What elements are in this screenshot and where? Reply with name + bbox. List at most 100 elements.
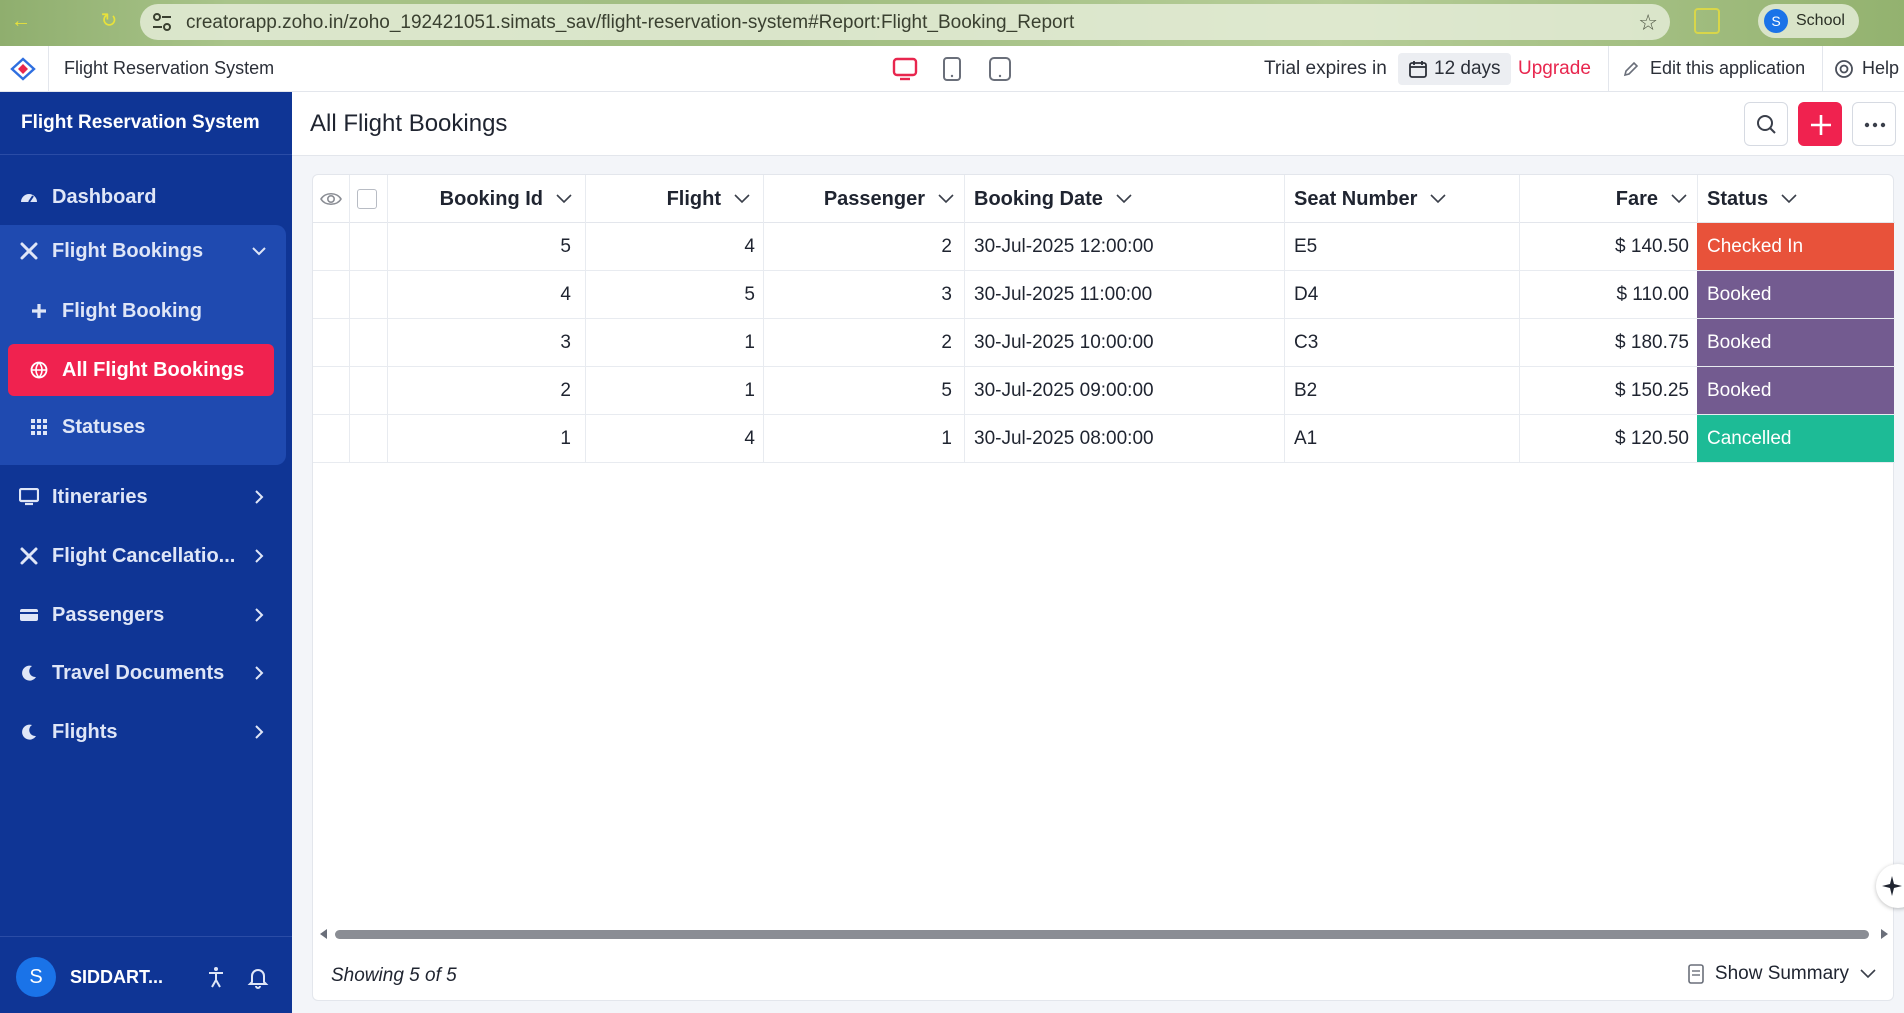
select-all-checkbox[interactable] — [357, 189, 377, 209]
help-button[interactable]: Help — [1834, 58, 1899, 79]
sidebar-footer: S SIDDART... — [0, 936, 292, 1013]
chevron-right-icon[interactable] — [248, 545, 270, 567]
plus-icon — [28, 300, 50, 322]
desktop-view-icon[interactable] — [892, 56, 918, 82]
page-header: All Flight Bookings — [292, 92, 1904, 156]
extension-icon[interactable] — [1694, 8, 1720, 34]
eye-icon[interactable] — [319, 187, 343, 211]
sidebar-item-flight-bookings[interactable]: Flight Bookings — [0, 228, 292, 274]
chevron-down-icon[interactable] — [733, 193, 751, 205]
column-header-booking-id[interactable]: Booking Id — [389, 175, 585, 223]
column-header-booking-date[interactable]: Booking Date — [974, 175, 1284, 223]
cell-booking-date: 30-Jul-2025 11:00:00 — [974, 283, 1153, 305]
sidebar-item-label: Flight Cancellatio... — [52, 544, 236, 567]
chevron-down-icon[interactable] — [1115, 193, 1133, 205]
cell-fare: $ 150.25 — [1615, 379, 1689, 401]
sidebar-item-flight-booking[interactable]: Flight Booking — [8, 288, 274, 334]
user-name[interactable]: SIDDART... — [70, 967, 163, 988]
grid-dots-icon — [28, 416, 50, 438]
horizontal-scrollbar[interactable] — [313, 927, 1895, 941]
chevron-right-icon[interactable] — [248, 721, 270, 743]
chevron-right-icon[interactable] — [248, 604, 270, 626]
report-grid: Booking Id Flight Passenger Booking Date… — [312, 174, 1895, 1001]
url-text[interactable]: creatorapp.zoho.in/zoho_192421051.simats… — [186, 12, 1074, 34]
bookmark-star-icon[interactable]: ☆ — [1638, 10, 1658, 36]
upgrade-link[interactable]: Upgrade — [1518, 58, 1591, 80]
chevron-down-icon[interactable] — [1780, 193, 1798, 205]
sidebar-item-label: Flights — [52, 720, 118, 743]
sidebar-item-passengers[interactable]: Passengers — [0, 592, 292, 638]
status-badge: Booked — [1697, 271, 1894, 318]
sidebar-item-flight-cancellations[interactable]: Flight Cancellatio... — [0, 533, 292, 579]
chevron-down-icon[interactable] — [937, 193, 955, 205]
chevron-right-icon[interactable] — [248, 486, 270, 508]
table-header: Booking Id Flight Passenger Booking Date… — [313, 175, 1895, 223]
table-row[interactable]: 1 4 1 30-Jul-2025 08:00:00 A1 $ 120.50 C… — [313, 415, 1895, 463]
reload-icon[interactable]: ↻ — [94, 6, 124, 36]
search-button[interactable] — [1744, 102, 1788, 146]
user-avatar[interactable]: S — [16, 957, 56, 997]
cell-seat-number: D4 — [1294, 283, 1319, 305]
add-record-button[interactable] — [1798, 102, 1842, 146]
column-header-passenger[interactable]: Passenger — [763, 175, 963, 223]
chevron-right-icon[interactable] — [248, 662, 270, 684]
help-lifebuoy-icon — [1835, 59, 1853, 78]
column-label: Passenger — [823, 187, 925, 210]
sidebar-item-dashboard[interactable]: Dashboard — [0, 174, 292, 220]
app-name: Flight Reservation System — [64, 58, 275, 78]
cell-booking-date: 30-Jul-2025 12:00:00 — [974, 235, 1154, 257]
mobile-view-icon[interactable] — [988, 56, 1012, 82]
profile-label: School — [1796, 12, 1845, 29]
zoho-creator-logo-icon[interactable] — [10, 57, 36, 81]
status-label: Booked — [1707, 379, 1772, 401]
accessibility-icon[interactable] — [204, 965, 228, 989]
browser-profile-button[interactable]: S School — [1758, 4, 1859, 38]
address-bar[interactable]: creatorapp.zoho.in/zoho_192421051.simats… — [140, 4, 1670, 40]
cell-seat-number: B2 — [1294, 379, 1318, 401]
sidebar-item-label: Statuses — [62, 415, 146, 438]
more-options-button[interactable] — [1852, 102, 1896, 146]
flight-cross-icon — [18, 240, 40, 262]
sidebar-item-statuses[interactable]: Statuses — [8, 404, 274, 450]
back-arrow-icon[interactable]: ← — [6, 6, 36, 36]
cell-booking-id: 2 — [560, 379, 571, 401]
table-row[interactable]: 2 1 5 30-Jul-2025 09:00:00 B2 $ 150.25 B… — [313, 367, 1895, 415]
chevron-down-icon[interactable] — [248, 240, 270, 262]
show-summary-button[interactable]: Show Summary — [1687, 963, 1877, 985]
status-badge: Checked In — [1697, 223, 1894, 270]
edit-application-button[interactable]: Edit this application — [1622, 58, 1805, 79]
scroll-right-arrow-icon[interactable] — [1879, 927, 1891, 941]
scroll-left-arrow-icon[interactable] — [317, 927, 329, 941]
column-header-fare[interactable]: Fare — [1519, 175, 1696, 223]
sidebar-item-itineraries[interactable]: Itineraries — [0, 474, 292, 520]
column-header-seat-number[interactable]: Seat Number — [1294, 175, 1524, 223]
column-header-status[interactable]: Status — [1707, 175, 1895, 223]
globe-icon — [28, 359, 50, 381]
monitor-icon — [18, 486, 40, 508]
site-settings-icon[interactable] — [152, 13, 172, 31]
cell-passenger: 2 — [941, 331, 952, 353]
header-divider — [1608, 46, 1609, 92]
cell-seat-number: C3 — [1294, 331, 1319, 353]
cell-booking-id: 5 — [560, 235, 571, 257]
chevron-down-icon[interactable] — [555, 193, 573, 205]
bell-icon[interactable] — [246, 965, 270, 989]
moon-icon — [18, 662, 40, 684]
sidebar-item-flights[interactable]: Flights — [0, 709, 292, 755]
tablet-view-icon[interactable] — [942, 56, 962, 82]
column-header-flight[interactable]: Flight — [585, 175, 763, 223]
moon-icon — [18, 721, 40, 743]
cell-booking-date: 30-Jul-2025 09:00:00 — [974, 379, 1154, 401]
table-row[interactable]: 5 4 2 30-Jul-2025 12:00:00 E5 $ 140.50 C… — [313, 223, 1895, 271]
column-label: Booking Id — [439, 187, 543, 210]
chevron-down-icon[interactable] — [1670, 193, 1688, 205]
chevron-down-icon[interactable] — [1429, 193, 1447, 205]
main-content: All Flight Bookings Booking Id Flight Pa… — [292, 92, 1904, 1013]
table-row[interactable]: 4 5 3 30-Jul-2025 11:00:00 D4 $ 110.00 B… — [313, 271, 1895, 319]
scrollbar-thumb[interactable] — [335, 930, 1869, 939]
sidebar-item-travel-documents[interactable]: Travel Documents — [0, 650, 292, 696]
sidebar-item-label: Flight Bookings — [52, 239, 204, 262]
table-row[interactable]: 3 1 2 30-Jul-2025 10:00:00 C3 $ 180.75 B… — [313, 319, 1895, 367]
profile-avatar: S — [1764, 9, 1788, 33]
sidebar-item-all-flight-bookings[interactable]: All Flight Bookings — [8, 344, 274, 396]
